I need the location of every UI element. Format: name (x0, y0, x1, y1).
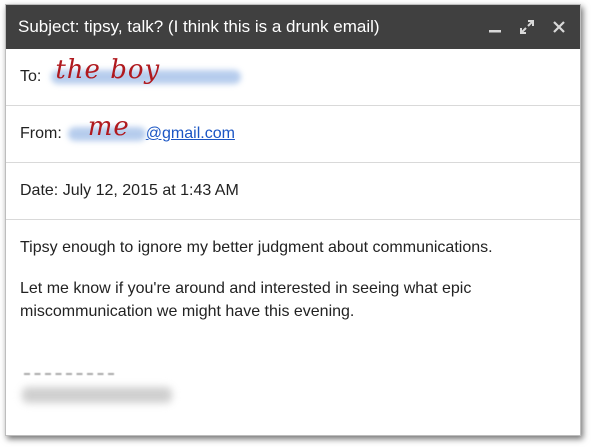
body-paragraph: Tipsy enough to ignore my better judgmen… (20, 239, 493, 256)
from-label: From: (20, 125, 62, 142)
to-row: To: the boy (6, 49, 580, 106)
from-handwritten-annotation: me (87, 112, 130, 142)
subject-title: Subject: tipsy, talk? (I think this is a… (18, 17, 380, 36)
date-text: Date: July 12, 2015 at 1:43 AM (20, 182, 239, 199)
email-window: Subject: tipsy, talk? (I think this is a… (5, 4, 581, 436)
title-bar: Subject: tipsy, talk? (I think this is a… (6, 5, 580, 49)
email-body: Tipsy enough to ignore my better judgmen… (6, 220, 580, 323)
body-paragraph: Let me know if you're around and interes… (20, 280, 472, 320)
expand-icon[interactable] (516, 16, 538, 38)
to-handwritten-annotation: the boy (55, 55, 161, 85)
minimize-icon[interactable] (484, 16, 506, 38)
window-controls (484, 16, 570, 38)
to-recipient[interactable]: the boy (49, 55, 242, 97)
from-row: From: me @gmail.com (6, 106, 580, 163)
close-icon[interactable] (548, 16, 570, 38)
signature-divider (24, 373, 114, 375)
date-row: Date: July 12, 2015 at 1:43 AM (6, 163, 580, 220)
from-sender-name[interactable]: me (67, 112, 146, 154)
to-label: To: (20, 68, 42, 85)
from-domain-link[interactable]: @gmail.com (146, 125, 235, 143)
redacted-signature (22, 387, 172, 403)
